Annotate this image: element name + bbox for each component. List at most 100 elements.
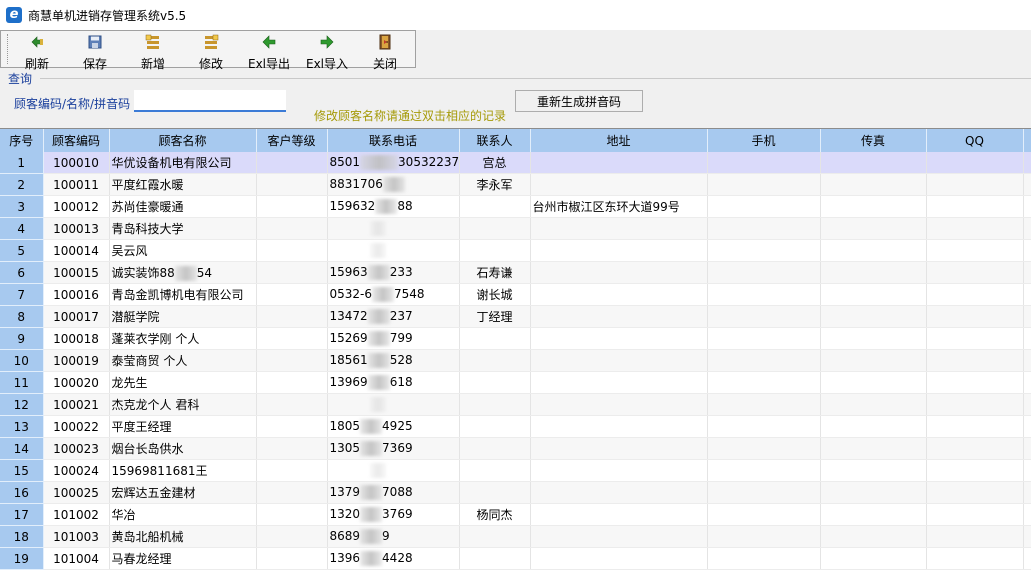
customer-level-cell[interactable]	[256, 437, 328, 460]
row-index-cell[interactable]: 2	[0, 173, 44, 196]
customer-code-cell[interactable]: 100010	[43, 152, 110, 174]
customer-code-cell[interactable]: 100020	[43, 371, 110, 394]
phone-cell[interactable]: 1396 4428	[327, 547, 460, 570]
search-input[interactable]	[134, 90, 286, 112]
mobile-cell[interactable]	[707, 393, 821, 416]
regenerate-pinyin-button[interactable]: 重新生成拼音码	[515, 90, 643, 112]
row-index-cell[interactable]: 4	[0, 217, 44, 240]
customer-level-cell[interactable]	[256, 152, 328, 174]
table-row[interactable]: 9 100018 蓬莱衣学刚 个人 15269 799	[0, 327, 1031, 350]
row-index-cell[interactable]: 6	[0, 261, 44, 284]
mobile-cell[interactable]	[707, 459, 821, 482]
contact-cell[interactable]	[459, 481, 531, 504]
customer-level-cell[interactable]	[256, 195, 328, 218]
address-cell[interactable]	[530, 371, 708, 394]
fax-cell[interactable]	[820, 349, 927, 372]
excel-export-button[interactable]: Exl导出	[240, 31, 298, 71]
column-header[interactable]: 地址	[530, 129, 708, 152]
customer-code-cell[interactable]: 100021	[43, 393, 110, 416]
row-index-cell[interactable]: 8	[0, 305, 44, 328]
contact-cell[interactable]	[459, 459, 531, 482]
customer-name-cell[interactable]: 华冶	[109, 503, 257, 526]
qq-cell[interactable]	[926, 415, 1024, 438]
row-index-cell[interactable]: 10	[0, 349, 44, 372]
row-index-cell[interactable]: 3	[0, 195, 44, 218]
address-cell[interactable]	[530, 173, 708, 196]
customer-code-cell[interactable]: 100016	[43, 283, 110, 306]
customer-level-cell[interactable]	[256, 305, 328, 328]
address-cell[interactable]: 台州市椒江区东环大道99号	[530, 195, 708, 218]
address-cell[interactable]	[530, 525, 708, 548]
column-header[interactable]: 联系人	[459, 129, 531, 152]
contact-cell[interactable]	[459, 547, 531, 570]
address-cell[interactable]	[530, 217, 708, 240]
phone-cell[interactable]: 1305 7369	[327, 437, 460, 460]
row-index-cell[interactable]: 1	[0, 152, 44, 174]
customer-level-cell[interactable]	[256, 349, 328, 372]
contact-cell[interactable]	[459, 217, 531, 240]
customer-name-cell[interactable]: 马春龙经理	[109, 547, 257, 570]
excel-import-button[interactable]: Exl导入	[298, 31, 356, 71]
address-cell[interactable]	[530, 239, 708, 262]
customer-level-cell[interactable]	[256, 459, 328, 482]
contact-cell[interactable]: 李永军	[459, 173, 531, 196]
table-row[interactable]: 14 100023 烟台长岛供水 1305 7369	[0, 437, 1031, 460]
customer-level-cell[interactable]	[256, 261, 328, 284]
address-cell[interactable]	[530, 261, 708, 284]
contact-cell[interactable]	[459, 437, 531, 460]
row-index-cell[interactable]: 18	[0, 525, 44, 548]
address-cell[interactable]	[530, 481, 708, 504]
customer-name-cell[interactable]: 15969811681王	[109, 459, 257, 482]
qq-cell[interactable]	[926, 503, 1024, 526]
phone-cell[interactable]	[327, 239, 460, 262]
phone-cell[interactable]	[327, 393, 460, 416]
mobile-cell[interactable]	[707, 217, 821, 240]
qq-cell[interactable]	[926, 547, 1024, 570]
customer-name-cell[interactable]: 华优设备机电有限公司	[109, 152, 257, 174]
phone-cell[interactable]	[327, 459, 460, 482]
contact-cell[interactable]: 宫总	[459, 152, 531, 174]
fax-cell[interactable]	[820, 415, 927, 438]
phone-cell[interactable]: 1379 7088	[327, 481, 460, 504]
customer-level-cell[interactable]	[256, 481, 328, 504]
row-index-cell[interactable]: 17	[0, 503, 44, 526]
customer-code-cell[interactable]: 101004	[43, 547, 110, 570]
customer-code-cell[interactable]: 100025	[43, 481, 110, 504]
table-row[interactable]: 11 100020 龙先生 13969 618	[0, 371, 1031, 394]
mobile-cell[interactable]	[707, 349, 821, 372]
qq-cell[interactable]	[926, 173, 1024, 196]
mobile-cell[interactable]	[707, 525, 821, 548]
qq-cell[interactable]	[926, 327, 1024, 350]
customer-name-cell[interactable]: 烟台长岛供水	[109, 437, 257, 460]
address-cell[interactable]	[530, 415, 708, 438]
row-index-cell[interactable]: 5	[0, 239, 44, 262]
mobile-cell[interactable]	[707, 173, 821, 196]
contact-cell[interactable]: 谢长城	[459, 283, 531, 306]
table-row[interactable]: 1 100010 华优设备机电有限公司 8501 30532237(宫总	[0, 152, 1031, 174]
column-header[interactable]: 联系电话	[327, 129, 460, 152]
mobile-cell[interactable]	[707, 152, 821, 174]
column-header[interactable]: 客户等级	[256, 129, 328, 152]
address-cell[interactable]	[530, 327, 708, 350]
customer-name-cell[interactable]: 宏辉达五金建材	[109, 481, 257, 504]
phone-cell[interactable]: 0532-6 7548	[327, 283, 460, 306]
phone-cell[interactable]	[327, 217, 460, 240]
row-index-cell[interactable]: 14	[0, 437, 44, 460]
qq-cell[interactable]	[926, 239, 1024, 262]
customer-name-cell[interactable]: 黄岛北船机械	[109, 525, 257, 548]
column-header[interactable]: 顾客编码	[43, 129, 110, 152]
address-cell[interactable]	[530, 503, 708, 526]
row-index-cell[interactable]: 15	[0, 459, 44, 482]
fax-cell[interactable]	[820, 261, 927, 284]
customer-name-cell[interactable]: 青岛金凯博机电有限公司	[109, 283, 257, 306]
table-row[interactable]: 10 100019 泰莹商贸 个人 18561 528	[0, 349, 1031, 372]
customer-level-cell[interactable]	[256, 217, 328, 240]
row-index-cell[interactable]: 16	[0, 481, 44, 504]
table-row[interactable]: 17 101002 华冶 1320 3769 杨同杰	[0, 503, 1031, 526]
customer-name-cell[interactable]: 青岛科技大学	[109, 217, 257, 240]
fax-cell[interactable]	[820, 437, 927, 460]
customer-level-cell[interactable]	[256, 371, 328, 394]
qq-cell[interactable]	[926, 152, 1024, 174]
customer-name-cell[interactable]: 泰莹商贸 个人	[109, 349, 257, 372]
qq-cell[interactable]	[926, 195, 1024, 218]
